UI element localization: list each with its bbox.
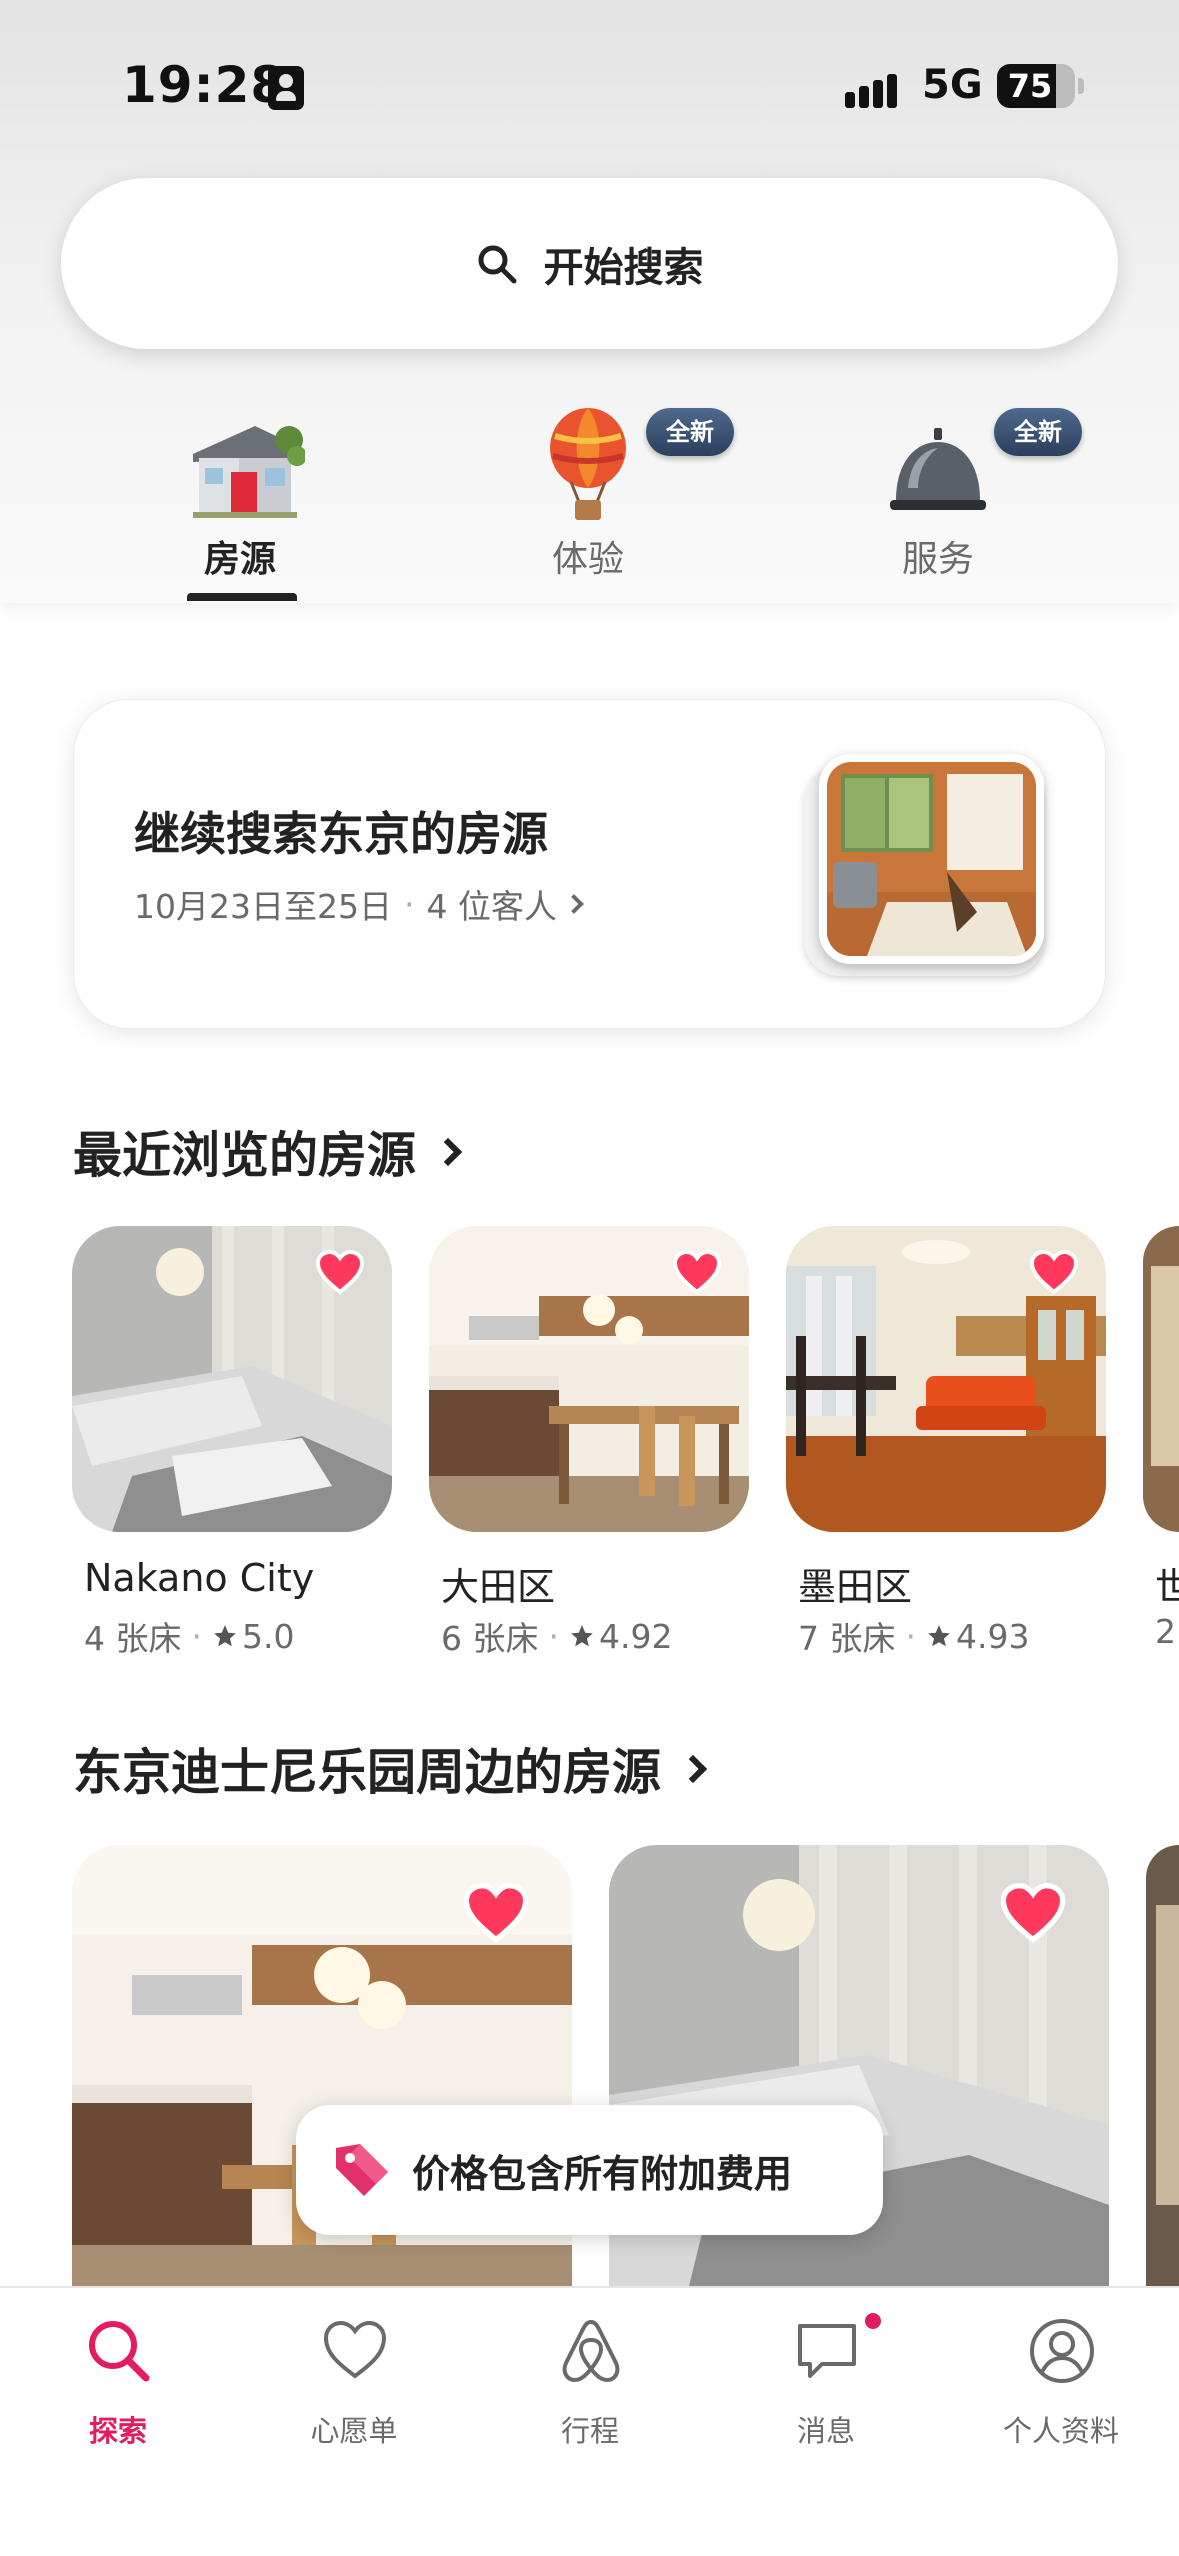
message-icon	[798, 2324, 856, 2378]
house-icon	[193, 426, 305, 518]
heart-icon	[323, 2320, 387, 2379]
battery-icon: 75	[997, 64, 1075, 108]
person-card-icon	[268, 66, 304, 110]
disney-listing-photo-3[interactable]	[1146, 1845, 1179, 2286]
separator: ·	[403, 884, 415, 924]
listing-name-1: Nakano City	[84, 1556, 315, 1600]
airbnb-logo-icon	[562, 2320, 620, 2382]
cellular-signal-icon	[845, 68, 905, 108]
listing-beds-4: 2	[1155, 1612, 1176, 1651]
price-info-toast[interactable]: 价格包含所有附加费用	[296, 2105, 883, 2235]
nav-trips[interactable]: 行程	[472, 2288, 708, 2458]
listing-name-4: 世	[1155, 1565, 1179, 1609]
hot-air-balloon-icon	[550, 408, 626, 520]
service-bell-icon	[890, 428, 986, 510]
search-bar[interactable]: 开始搜索	[61, 178, 1118, 349]
chevron-right-icon	[678, 1754, 708, 1783]
nav-messages[interactable]: 消息	[708, 2288, 944, 2458]
listing-name-3: 墨田区	[798, 1565, 913, 1609]
heart-icon[interactable]	[672, 1250, 722, 1296]
search-icon	[476, 243, 518, 285]
status-time: 19:28	[122, 56, 287, 114]
recently-viewed-header[interactable]: 最近浏览的房源	[73, 1116, 463, 1187]
listing-rating-2: 4.92	[599, 1616, 673, 1656]
disney-section-title: 东京迪士尼乐园周边的房源	[73, 1744, 662, 1801]
tab-services-label: 服务	[901, 539, 974, 580]
continue-search-dates: 10月23日至25日	[134, 887, 392, 926]
heart-icon[interactable]	[462, 1883, 530, 1945]
new-badge-experiences: 全新	[646, 408, 734, 456]
tab-experiences-label: 体验	[551, 539, 624, 580]
star-icon	[571, 1625, 593, 1647]
nav-profile-label: 个人资料	[1002, 2414, 1119, 2448]
separator: ·	[905, 1616, 917, 1656]
nav-wishlist[interactable]: 心愿单	[236, 2288, 472, 2458]
network-type: 5G	[922, 62, 983, 108]
notification-dot	[862, 2310, 884, 2332]
listing-meta-2: 6 张床 · 4.92	[441, 1612, 672, 1660]
profile-icon	[1030, 2319, 1094, 2383]
listing-thumbnail	[819, 754, 1044, 964]
nav-explore[interactable]: 探索	[0, 2288, 236, 2458]
continue-search-title: 继续搜索东京的房源	[134, 807, 548, 861]
heart-icon[interactable]	[999, 1883, 1067, 1945]
listing-name-2: 大田区	[441, 1565, 556, 1609]
nav-wishlist-label: 心愿单	[310, 2414, 398, 2448]
search-label: 开始搜索	[543, 244, 704, 291]
price-tag-icon	[336, 2144, 388, 2196]
status-bar: 19:28 5G 75	[0, 0, 1179, 175]
battery-percent: 75	[1007, 67, 1053, 105]
listing-beds-1: 4 张床	[84, 1619, 182, 1658]
nav-messages-label: 消息	[796, 2414, 855, 2448]
disney-section-header[interactable]: 东京迪士尼乐园周边的房源	[73, 1733, 708, 1804]
listing-beds-2: 6 张床	[441, 1619, 539, 1658]
new-badge-services: 全新	[994, 408, 1082, 456]
price-info-label: 价格包含所有附加费用	[412, 2151, 793, 2196]
listing-photo-4[interactable]	[1143, 1226, 1179, 1532]
chevron-right-icon	[433, 1137, 463, 1166]
tab-homes[interactable]: 房源	[90, 400, 390, 603]
listing-meta-3: 7 张床 · 4.93	[798, 1612, 1029, 1660]
listing-beds-3: 7 张床	[798, 1619, 896, 1658]
nav-explore-label: 探索	[88, 2414, 147, 2448]
nav-trips-label: 行程	[560, 2414, 619, 2448]
separator: ·	[548, 1616, 560, 1656]
heart-icon[interactable]	[315, 1250, 365, 1296]
star-icon	[928, 1625, 950, 1647]
star-icon	[214, 1625, 236, 1647]
heart-icon[interactable]	[1029, 1250, 1079, 1296]
listing-meta-4: 2	[1155, 1612, 1179, 1651]
tab-homes-label: 房源	[203, 539, 276, 580]
listing-meta-1: 4 张床 · 5.0	[84, 1612, 294, 1660]
listing-rating-3: 4.93	[956, 1616, 1030, 1656]
search-icon	[89, 2321, 150, 2382]
bottom-navigation: 探索 心愿单 行程 消息 个人资料	[0, 2286, 1179, 2556]
listing-rating-1: 5.0	[242, 1616, 295, 1656]
continue-search-card[interactable]: 继续搜索东京的房源 10月23日至25日 · 4 位客人	[73, 699, 1106, 1029]
separator: ·	[191, 1616, 203, 1656]
chevron-right-icon	[564, 894, 584, 914]
battery-tip	[1078, 78, 1084, 94]
continue-search-details: 10月23日至25日 · 4 位客人	[134, 880, 584, 928]
continue-search-guests: 4 位客人	[426, 887, 557, 926]
recently-viewed-title: 最近浏览的房源	[73, 1127, 417, 1184]
active-tab-indicator	[187, 593, 297, 601]
nav-profile[interactable]: 个人资料	[943, 2288, 1179, 2458]
